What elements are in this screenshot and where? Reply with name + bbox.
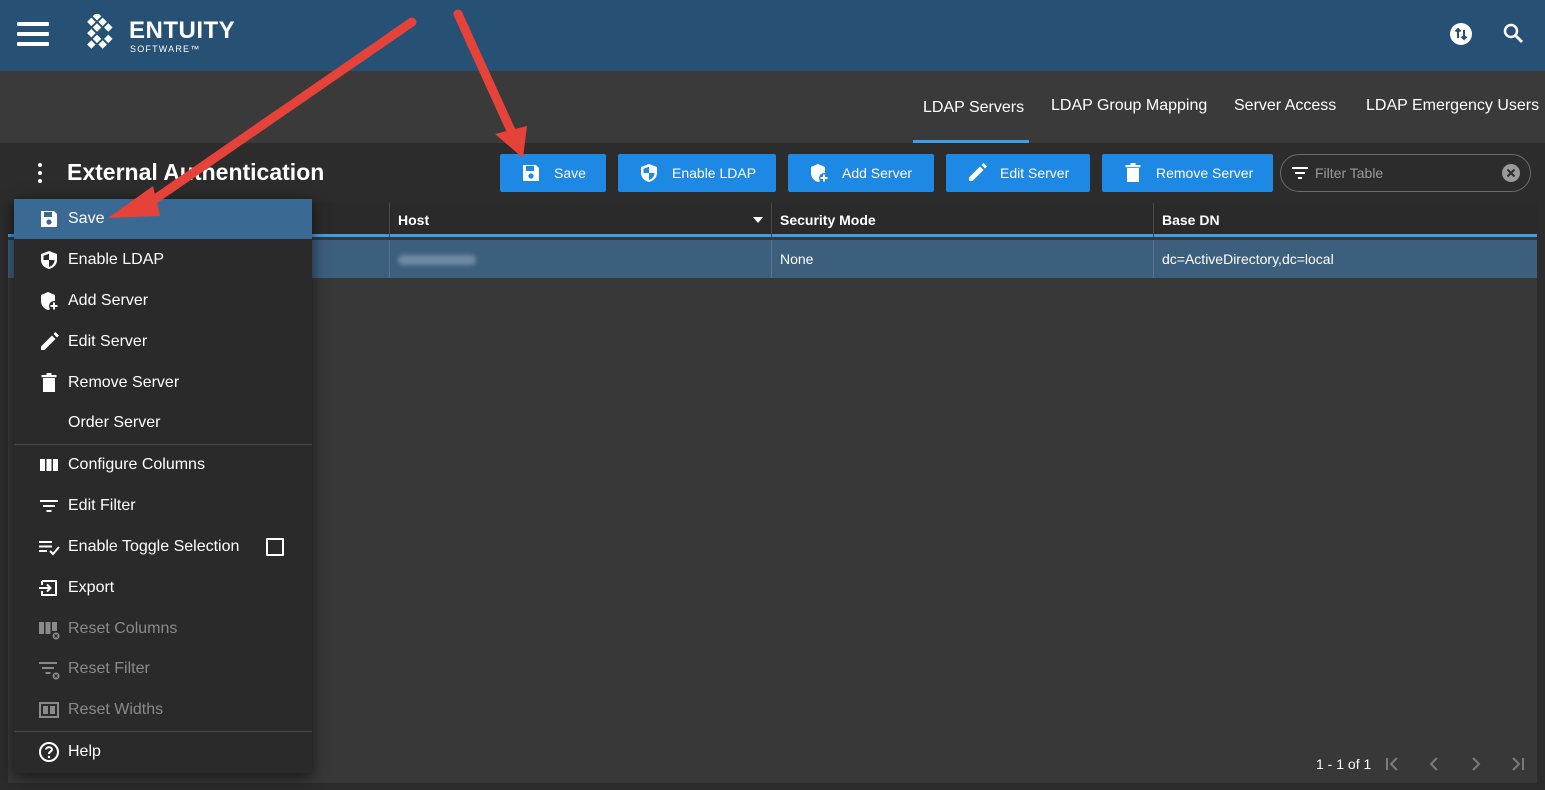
hamburger-menu-icon[interactable] [17, 22, 49, 46]
tab-ldap-emergency-users[interactable]: LDAP Emergency Users [1356, 97, 1545, 143]
menu-item-export[interactable]: Export [14, 568, 312, 608]
menu-item-configure-columns[interactable]: Configure Columns [14, 445, 312, 485]
menu-item-order-server[interactable]: Order Server [14, 403, 312, 443]
column-header-host[interactable]: Host [390, 203, 772, 237]
pencil-icon [969, 163, 987, 181]
tab-server-access[interactable]: Server Access [1224, 97, 1346, 143]
column-header-label: Base DN [1162, 212, 1220, 228]
menu-item-label: Export [68, 579, 115, 596]
floppy-disk-icon [41, 211, 57, 227]
table-actions-menu: Save Enable LDAP Add Server Edit Server … [14, 199, 312, 773]
app-bar: ENTUITY SOFTWARE™ [0, 0, 1545, 71]
save-button-label: Save [554, 165, 586, 181]
floppy-disk-icon [523, 165, 539, 181]
previous-page-icon[interactable] [1422, 752, 1446, 776]
table-cell-base-dn: dc=ActiveDirectory,dc=local [1162, 251, 1334, 267]
logo-subtitle: SOFTWARE™ [130, 44, 201, 54]
column-header-base-dn[interactable]: Base DN [1154, 203, 1537, 237]
enable-ldap-button[interactable]: Enable LDAP [618, 154, 776, 192]
remove-server-button-label: Remove Server [1156, 165, 1254, 181]
column-header-label: Host [398, 212, 430, 228]
menu-item-label: Help [68, 743, 101, 760]
tab-label: Server Access [1234, 97, 1337, 114]
reset-widths-icon [39, 702, 59, 718]
menu-item-reset-columns: Reset Columns [14, 609, 312, 649]
sort-down-icon[interactable] [752, 216, 764, 224]
first-page-icon[interactable] [1380, 752, 1404, 776]
menu-item-label: Remove Server [68, 374, 180, 391]
menu-item-edit-server[interactable]: Edit Server [14, 322, 312, 362]
tab-label: LDAP Emergency Users [1366, 97, 1540, 114]
tab-bar: LDAP Servers LDAP Group Mapping Server A… [0, 71, 1545, 143]
add-server-button[interactable]: Add Server [788, 154, 934, 192]
menu-item-enable-ldap[interactable]: Enable LDAP [14, 240, 312, 280]
menu-item-help[interactable]: Help [14, 732, 312, 772]
menu-item-enable-toggle-selection[interactable]: Enable Toggle Selection [14, 527, 312, 567]
remove-server-button[interactable]: Remove Server [1102, 154, 1273, 192]
export-icon [39, 580, 57, 596]
shield-icon [41, 251, 57, 269]
column-header-label: Security Mode [780, 212, 876, 228]
checklist-icon [39, 541, 60, 556]
tab-ldap-group-mapping[interactable]: LDAP Group Mapping [1041, 97, 1217, 143]
trash-icon [41, 373, 57, 392]
menu-item-reset-filter: Reset Filter [14, 649, 312, 689]
menu-item-save[interactable]: Save [14, 199, 312, 239]
search-icon[interactable] [1501, 21, 1527, 47]
logo-mark-icon [87, 14, 113, 49]
filter-table-field [1280, 154, 1531, 192]
entuity-logo: ENTUITY SOFTWARE™ [72, 14, 242, 58]
shield-icon [641, 164, 657, 182]
menu-item-reset-widths: Reset Widths [14, 690, 312, 730]
pagination-range: 1 - 1 of 1 [1316, 756, 1372, 772]
menu-item-label: Edit Filter [68, 497, 136, 514]
menu-item-label: Enable Toggle Selection [68, 538, 240, 555]
menu-item-label: Add Server [68, 292, 149, 309]
toolbar: External Authentication Save Enable LDAP… [0, 143, 1545, 203]
more-options-icon[interactable] [34, 163, 46, 185]
table-cell-host [390, 240, 772, 278]
edit-server-button-label: Edit Server [1000, 165, 1070, 181]
columns-icon [40, 459, 58, 471]
save-button[interactable]: Save [500, 154, 606, 192]
enable-ldap-button-label: Enable LDAP [672, 165, 757, 181]
pencil-icon [41, 332, 59, 350]
table-cell-security-mode: None [772, 240, 1154, 278]
menu-item-label: Edit Server [68, 333, 148, 350]
add-server-button-label: Add Server [842, 165, 913, 181]
toggle-selection-checkbox[interactable] [266, 538, 284, 556]
last-page-icon[interactable] [1506, 752, 1530, 776]
menu-item-remove-server[interactable]: Remove Server [14, 363, 312, 403]
menu-item-label: Order Server [68, 414, 161, 431]
menu-item-label: Configure Columns [68, 456, 205, 473]
edit-server-button[interactable]: Edit Server [946, 154, 1090, 192]
next-page-icon[interactable] [1464, 752, 1488, 776]
tab-ldap-servers[interactable]: LDAP Servers [913, 97, 1029, 143]
menu-item-label: Reset Columns [68, 620, 178, 637]
filter-icon [40, 500, 58, 512]
menu-item-label: Reset Filter [68, 660, 150, 677]
menu-item-edit-filter[interactable]: Edit Filter [14, 486, 312, 526]
menu-item-label: Save [68, 210, 105, 227]
menu-item-add-server[interactable]: Add Server [14, 281, 312, 321]
shield-plus-icon [811, 164, 829, 183]
trash-icon [1125, 163, 1141, 182]
tab-label: LDAP Servers [923, 99, 1025, 116]
reset-filter-icon [39, 662, 60, 680]
menu-item-label: Reset Widths [68, 701, 164, 718]
shield-plus-icon [41, 292, 59, 311]
menu-item-label: Enable LDAP [68, 251, 165, 268]
filter-table-input[interactable] [1315, 163, 1495, 183]
clear-icon[interactable] [1501, 163, 1521, 183]
tab-label: LDAP Group Mapping [1051, 97, 1208, 114]
sync-icon[interactable] [1448, 21, 1474, 47]
help-circle-icon [39, 742, 59, 762]
filter-icon [1292, 167, 1308, 179]
column-header-security-mode[interactable]: Security Mode [772, 203, 1154, 237]
reset-columns-icon [39, 622, 60, 640]
logo-wordmark: ENTUITY [129, 17, 236, 44]
page-title: External Authentication [67, 159, 325, 185]
redacted-host [398, 255, 476, 266]
